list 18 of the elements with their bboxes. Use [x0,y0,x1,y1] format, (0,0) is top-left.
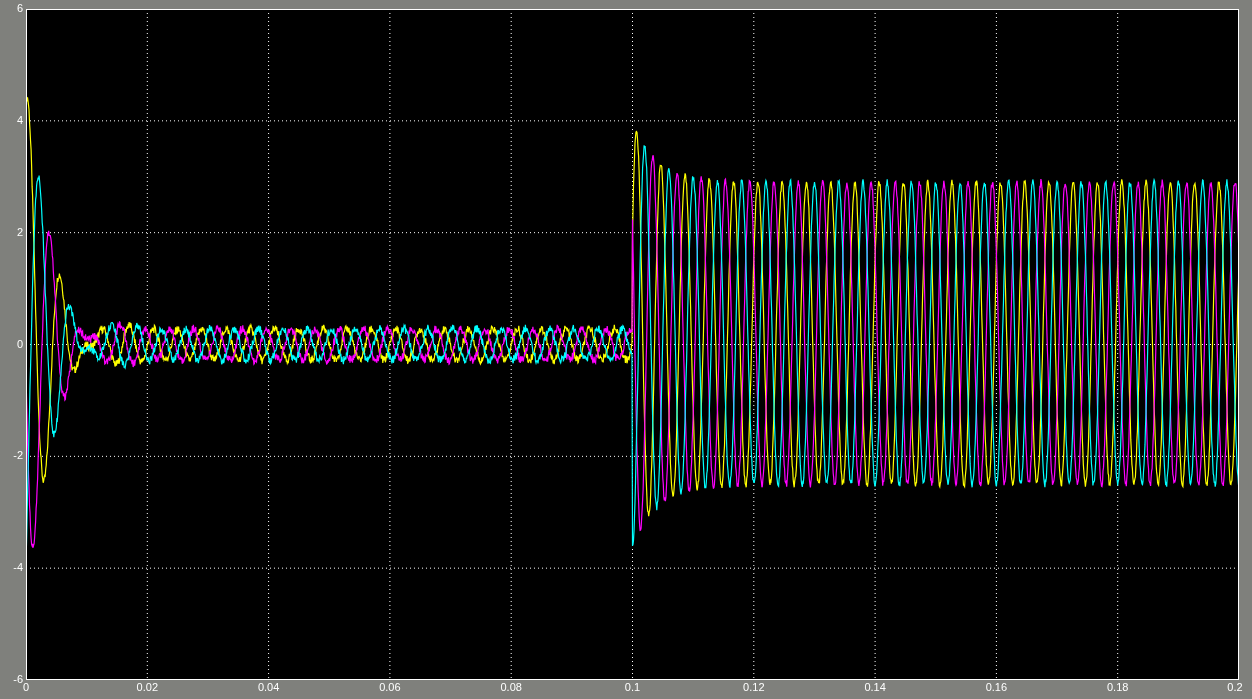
y-tick-label: -2 [13,450,23,462]
y-tick-label: -4 [13,562,23,574]
x-tick-label: 0.16 [985,682,1008,693]
x-tick-label: 0.04 [257,682,280,693]
x-tick-label: 0 [22,682,30,693]
y-tick-label: 6 [16,3,23,14]
y-tick-label: 0 [16,338,23,350]
x-tick-label: 0.08 [500,682,522,693]
y-tick-label: 4 [16,114,23,126]
x-tick-label: 0.1 [624,682,641,693]
y-tick-label: -6 [13,674,23,685]
x-tick-label: 0.06 [379,682,401,693]
x-tick-label: 0.18 [1107,682,1129,693]
x-tick-label: 0.12 [743,682,765,693]
y-tick-label: 2 [16,226,23,238]
x-tick-label: 0.02 [136,682,158,693]
x-tick-label: 0.14 [864,682,886,693]
x-tick-label: 0.2 [1227,682,1243,693]
